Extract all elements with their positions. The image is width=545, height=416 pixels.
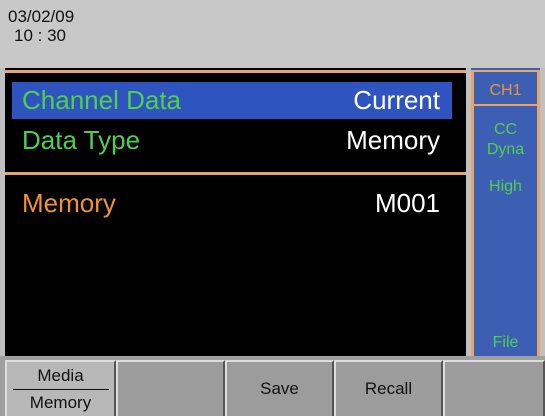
softkey-recall[interactable]: Recall [334,360,443,416]
softkey-save[interactable]: Save [225,360,334,416]
date-display: 03/02/09 [8,7,75,26]
channel-indicator: CH1 [489,82,522,99]
data-type-value[interactable]: Memory [300,125,440,155]
channel-data-label[interactable]: Channel Data [22,85,181,115]
softkey-label-bottom: Memory [29,392,92,412]
divider [471,70,474,356]
channel-side-panel [471,68,540,356]
softkey-media-memory[interactable]: Media Memory [5,360,116,416]
softkey-5[interactable] [443,360,545,416]
status-header: 03/02/09 10 : 30 [0,0,545,68]
channel-data-value[interactable]: Current [300,85,440,115]
memory-label[interactable]: Memory [22,188,116,218]
range-indicator: High [489,178,522,195]
divider [537,70,540,356]
softkey-2[interactable] [116,360,225,416]
softkey-label: Save [260,379,299,398]
data-type-label[interactable]: Data Type [22,125,140,155]
divider [12,388,109,390]
softkey-label: Recall [364,379,413,398]
file-indicator: File [492,334,519,351]
divider [471,104,540,106]
function-indicator: Dyna [486,141,525,158]
time-display: 10 : 30 [14,26,66,45]
divider [471,70,540,72]
softkey-label-top: Media [37,365,84,385]
divider [5,172,466,175]
memory-value[interactable]: M001 [300,188,440,218]
mode-indicator: CC [493,121,518,138]
divider [5,70,466,73]
